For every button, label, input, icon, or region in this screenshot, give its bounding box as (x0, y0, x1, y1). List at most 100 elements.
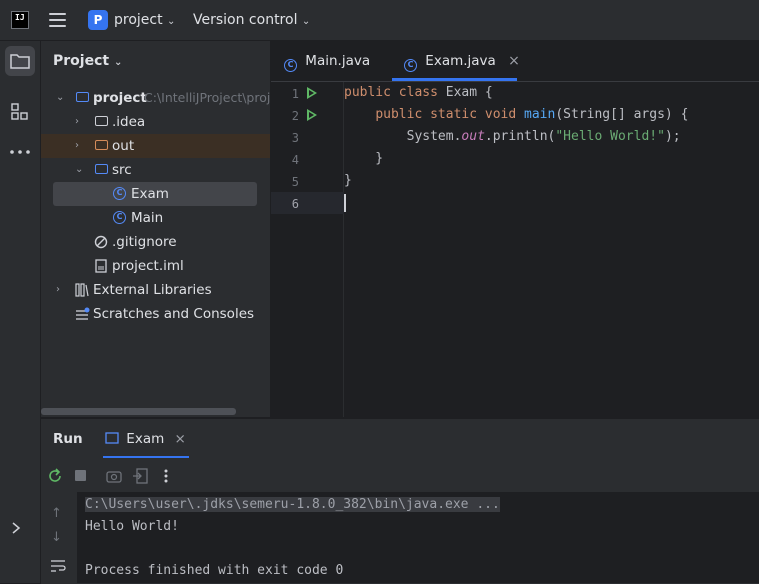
run-gutter-icon[interactable] (307, 87, 317, 99)
tree-item-scratches[interactable]: Scratches and Consoles (41, 302, 270, 326)
tree-item-iml[interactable]: project.iml (41, 254, 270, 278)
title-bar: IJ P project ⌄ Version control ⌄ (0, 0, 759, 41)
run-tool-icon[interactable] (11, 521, 29, 535)
folder-icon (95, 116, 108, 126)
tree-item-src[interactable]: ⌄ src (41, 158, 270, 182)
tree-label: Scratches and Consoles (93, 306, 255, 322)
tree-label: .gitignore (112, 234, 177, 250)
chevron-right-icon: › (75, 140, 79, 151)
version-control-menu[interactable]: Version control ⌄ (193, 12, 310, 28)
tab-label: Main.java (305, 53, 371, 69)
editor-tabs: C Main.java C Exam.java × (271, 41, 759, 82)
source-folder-icon (95, 164, 108, 174)
code-line: } (344, 173, 352, 188)
scratches-icon (76, 307, 90, 320)
active-tab-indicator (392, 78, 517, 81)
active-run-tab-indicator (103, 456, 189, 458)
project-selector[interactable]: project ⌄ (114, 12, 175, 28)
run-panel-title: Run (53, 431, 83, 447)
rerun-icon[interactable] (47, 468, 63, 484)
class-icon: C (284, 59, 297, 72)
tree-label: project (93, 90, 147, 106)
tree-item-project[interactable]: ⌄ project C:\IntelliJProject\project (41, 86, 270, 110)
horizontal-scrollbar[interactable] (41, 408, 236, 415)
soft-wrap-icon[interactable] (50, 559, 66, 573)
console-output-line: Hello World! (85, 519, 179, 534)
close-icon[interactable]: × (508, 53, 520, 69)
chevron-down-icon: ⌄ (113, 57, 123, 68)
stop-icon[interactable] (75, 470, 86, 481)
chevron-down-icon: ⌄ (167, 16, 176, 27)
version-control-label: Version control (193, 12, 298, 28)
project-panel-title: Project (53, 53, 110, 69)
camera-icon[interactable] (106, 468, 122, 483)
tree-label: project.iml (112, 258, 184, 274)
tree-label: out (112, 138, 135, 154)
tab-main-java[interactable]: C Main.java (284, 41, 370, 81)
exit-icon[interactable] (132, 468, 148, 484)
text-caret (344, 194, 346, 212)
module-file-icon (95, 259, 107, 273)
project-badge-icon[interactable]: P (88, 10, 108, 30)
project-name: project (114, 12, 163, 28)
console-command-line: C:\Users\user\.jdks\semeru-1.8.0_382\bin… (85, 497, 500, 512)
line-number: 4 (291, 153, 299, 167)
chevron-right-icon: › (75, 116, 79, 127)
code-line: } (344, 151, 384, 166)
class-icon: C (113, 211, 126, 224)
excluded-folder-icon (95, 140, 108, 150)
line-number: 1 (291, 87, 299, 101)
console-output[interactable]: C:\Users\user\.jdks\semeru-1.8.0_382\bin… (77, 492, 759, 583)
line-number: 3 (291, 131, 299, 145)
intellij-logo[interactable]: IJ (11, 11, 29, 29)
chevron-down-icon: ⌄ (75, 164, 84, 175)
tree-label: Exam (131, 186, 169, 202)
close-icon[interactable]: × (175, 431, 186, 447)
tab-label: Exam.java (425, 53, 496, 69)
project-panel-header[interactable]: Project ⌄ (53, 53, 122, 69)
run-toolbar (41, 460, 759, 492)
module-folder-icon (76, 92, 89, 102)
arrow-up-icon[interactable]: ↑ (51, 506, 62, 521)
line-number: 2 (291, 109, 299, 123)
class-icon: C (404, 59, 417, 72)
tree-item-main[interactable]: C Main (41, 206, 270, 230)
tree-item-idea[interactable]: › .idea (41, 110, 270, 134)
run-tab-exam[interactable]: Exam × (105, 431, 186, 447)
code-editor[interactable]: public class Exam { public static void m… (344, 82, 759, 417)
folder-icon (10, 54, 30, 69)
tree-item-external-libraries[interactable]: › External Libraries (41, 278, 270, 302)
line-number: 5 (291, 175, 299, 189)
main-menu-icon[interactable] (49, 13, 66, 27)
chevron-down-icon: ⌄ (301, 16, 311, 27)
code-line: public class Exam { (344, 85, 493, 100)
console-side-toolbar: ↑ ↓ (41, 492, 77, 583)
structure-icon[interactable] (11, 103, 29, 121)
run-tab-label: Exam (126, 431, 165, 447)
tree-item-exam[interactable]: C Exam (41, 182, 270, 206)
more-options-icon[interactable] (163, 468, 169, 484)
arrow-down-icon[interactable]: ↓ (51, 530, 62, 545)
tree-label: Main (131, 210, 164, 226)
library-icon (75, 283, 89, 297)
tree-label: External Libraries (93, 282, 212, 298)
tree-label: .idea (112, 114, 146, 130)
class-icon: C (113, 187, 126, 200)
more-icon[interactable] (10, 149, 30, 155)
tree-item-gitignore[interactable]: .gitignore (41, 230, 270, 254)
line-number: 6 (291, 197, 299, 211)
console-exit-line: Process finished with exit code 0 (85, 563, 344, 578)
console-icon (105, 432, 119, 444)
chevron-down-icon: ⌄ (56, 92, 65, 103)
tree-item-out[interactable]: › out (41, 134, 270, 158)
line-numbers: 1 2 3 4 5 6 (271, 82, 301, 222)
tool-window-strip (0, 41, 41, 583)
run-gutter-icon[interactable] (307, 109, 317, 121)
code-line: public static void main(String[] args) { (375, 107, 689, 122)
tab-exam-java[interactable]: C Exam.java × (404, 41, 520, 81)
project-panel: Project ⌄ ⌄ project C:\IntelliJProject\p… (41, 41, 271, 417)
code-line: System.out.println("Hello World!"); (406, 129, 681, 144)
chevron-right-icon: › (56, 284, 60, 295)
tree-label: src (112, 162, 132, 178)
tree-path: C:\IntelliJProject\project (144, 90, 271, 105)
